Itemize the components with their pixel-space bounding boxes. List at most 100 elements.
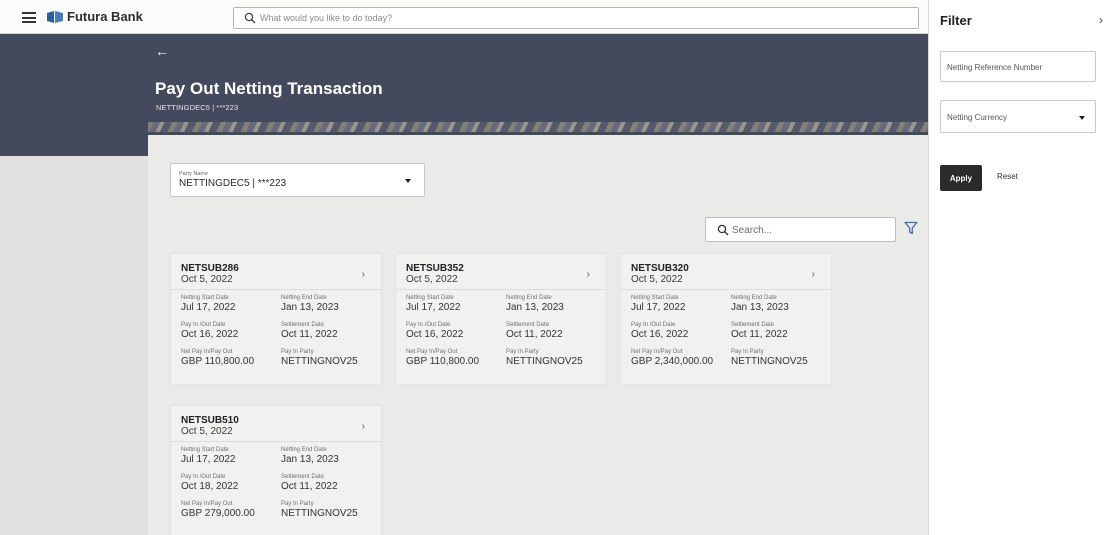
list-search-box[interactable]: [705, 217, 896, 242]
settlement-date-field: Settlement Date Oct 11, 2022: [731, 322, 831, 340]
card-header: NETSUB352 Oct 5, 2022 ›: [396, 254, 606, 290]
back-arrow-icon[interactable]: ←: [155, 43, 169, 59]
field-label: Pay In Party: [281, 349, 314, 355]
filter-icon[interactable]: [904, 221, 918, 235]
net-pay-field: Net Pay In/Pay Out GBP 110,800.00: [406, 349, 506, 367]
netting-start-date-field: Netting Start Date Jul 17, 2022: [631, 295, 731, 313]
field-label: Netting Start Date: [631, 295, 679, 301]
field-label: Netting Start Date: [406, 295, 454, 301]
filter-title: Filter: [940, 13, 972, 28]
field-value: Jul 17, 2022: [181, 454, 236, 465]
close-icon[interactable]: ›: [1099, 13, 1103, 27]
card-reference: NETSUB286: [181, 263, 239, 274]
field-value: NETTINGNOV25: [281, 356, 358, 367]
chevron-right-icon[interactable]: ›: [587, 269, 590, 280]
settlement-date-field: Settlement Date Oct 11, 2022: [281, 322, 381, 340]
field-label: Pay In /Out Date: [181, 474, 226, 480]
reset-button[interactable]: Reset: [997, 172, 1018, 181]
party-name-label: Party Name: [179, 171, 209, 177]
field-label: Net Pay In/Pay Out: [631, 349, 683, 355]
transaction-card[interactable]: NETSUB352 Oct 5, 2022 › Netting Start Da…: [395, 253, 607, 385]
card-date: Oct 5, 2022: [631, 274, 683, 285]
pay-in-out-date-field: Pay In /Out Date Oct 18, 2022: [181, 474, 281, 492]
global-search-bar[interactable]: [233, 7, 919, 29]
field-value: Jul 17, 2022: [181, 302, 236, 313]
field-label: Net Pay In/Pay Out: [406, 349, 458, 355]
card-header: NETSUB286 Oct 5, 2022 ›: [171, 254, 381, 290]
bank-logo-icon: [47, 11, 63, 23]
field-value: Jan 13, 2023: [281, 454, 339, 465]
transaction-card[interactable]: NETSUB320 Oct 5, 2022 › Netting Start Da…: [620, 253, 832, 385]
transaction-card[interactable]: NETSUB510 Oct 5, 2022 › Netting Start Da…: [170, 405, 382, 535]
card-date: Oct 5, 2022: [406, 274, 458, 285]
list-search-input[interactable]: [732, 222, 882, 238]
field-label: Settlement Date: [281, 474, 325, 480]
chevron-right-icon[interactable]: ›: [362, 269, 365, 280]
field-label: Pay In Party: [281, 501, 314, 507]
field-label: Pay In /Out Date: [181, 322, 226, 328]
field-label: Netting End Date: [506, 295, 552, 301]
netting-start-date-field: Netting Start Date Jul 17, 2022: [406, 295, 506, 313]
field-label: Netting Start Date: [181, 295, 229, 301]
field-label: Pay In Party: [506, 349, 539, 355]
field-value: Oct 18, 2022: [181, 481, 239, 492]
field-label: Pay In Party: [731, 349, 764, 355]
card-date: Oct 5, 2022: [181, 426, 233, 437]
netting-end-date-field: Netting End Date Jan 13, 2023: [281, 295, 381, 313]
hamburger-menu-icon[interactable]: [22, 12, 36, 23]
decorative-pattern: [148, 122, 928, 132]
global-search-input[interactable]: [260, 10, 900, 26]
field-value: GBP 2,340,000.00: [631, 356, 714, 367]
search-icon: [244, 12, 256, 24]
brand-name[interactable]: Futura Bank: [67, 9, 143, 24]
party-name-dropdown[interactable]: Party Name NETTINGDEC5 | ***223: [170, 163, 425, 197]
netting-end-date-field: Netting End Date Jan 13, 2023: [281, 447, 381, 465]
apply-button[interactable]: Apply: [940, 165, 982, 191]
field-label: Netting End Date: [731, 295, 777, 301]
netting-currency-placeholder: Netting Currency: [947, 113, 1008, 122]
field-label: Netting End Date: [281, 295, 327, 301]
filter-panel: Filter › Netting Currency Apply Reset: [928, 0, 1108, 535]
field-value: Jul 17, 2022: [406, 302, 461, 313]
field-label: Pay In /Out Date: [406, 322, 451, 328]
field-value: GBP 110,800.00: [181, 356, 255, 367]
field-label: Net Pay In/Pay Out: [181, 501, 233, 507]
netting-reference-field[interactable]: [940, 51, 1096, 82]
netting-reference-input[interactable]: [947, 60, 1087, 74]
field-value: GBP 279,000.00: [181, 508, 255, 519]
field-value: Oct 16, 2022: [631, 329, 689, 340]
netting-end-date-field: Netting End Date Jan 13, 2023: [731, 295, 831, 313]
chevron-right-icon[interactable]: ›: [362, 421, 365, 432]
field-label: Settlement Date: [506, 322, 550, 328]
field-value: Oct 11, 2022: [281, 481, 338, 492]
field-value: Jan 13, 2023: [281, 302, 339, 313]
card-date: Oct 5, 2022: [181, 274, 233, 285]
search-icon: [717, 224, 729, 236]
field-value: Oct 16, 2022: [406, 329, 464, 340]
pay-in-out-date-field: Pay In /Out Date Oct 16, 2022: [406, 322, 506, 340]
field-label: Net Pay In/Pay Out: [181, 349, 233, 355]
pay-in-out-date-field: Pay In /Out Date Oct 16, 2022: [181, 322, 281, 340]
net-pay-field: Net Pay In/Pay Out GBP 279,000.00: [181, 501, 281, 519]
top-bar: Futura Bank: [0, 0, 928, 34]
chevron-right-icon[interactable]: ›: [812, 269, 815, 280]
field-value: NETTINGNOV25: [281, 508, 358, 519]
field-label: Netting Start Date: [181, 447, 229, 453]
transaction-card[interactable]: NETSUB286 Oct 5, 2022 › Netting Start Da…: [170, 253, 382, 385]
pay-in-out-date-field: Pay In /Out Date Oct 16, 2022: [631, 322, 731, 340]
netting-start-date-field: Netting Start Date Jul 17, 2022: [181, 447, 281, 465]
netting-currency-dropdown[interactable]: Netting Currency: [940, 100, 1096, 133]
pay-in-party-field: Pay In Party NETTINGNOV25: [281, 501, 381, 519]
field-value: Oct 11, 2022: [506, 329, 563, 340]
card-reference: NETSUB320: [631, 263, 689, 274]
page-subtitle: NETTINGDEC5 | ***223: [156, 103, 239, 112]
pay-in-party-field: Pay In Party NETTINGNOV25: [731, 349, 831, 367]
settlement-date-field: Settlement Date Oct 11, 2022: [281, 474, 381, 492]
field-label: Pay In /Out Date: [631, 322, 676, 328]
net-pay-field: Net Pay In/Pay Out GBP 2,340,000.00: [631, 349, 731, 367]
netting-start-date-field: Netting Start Date Jul 17, 2022: [181, 295, 281, 313]
field-label: Settlement Date: [731, 322, 775, 328]
field-label: Netting End Date: [281, 447, 327, 453]
field-value: GBP 110,800.00: [406, 356, 480, 367]
net-pay-field: Net Pay In/Pay Out GBP 110,800.00: [181, 349, 281, 367]
